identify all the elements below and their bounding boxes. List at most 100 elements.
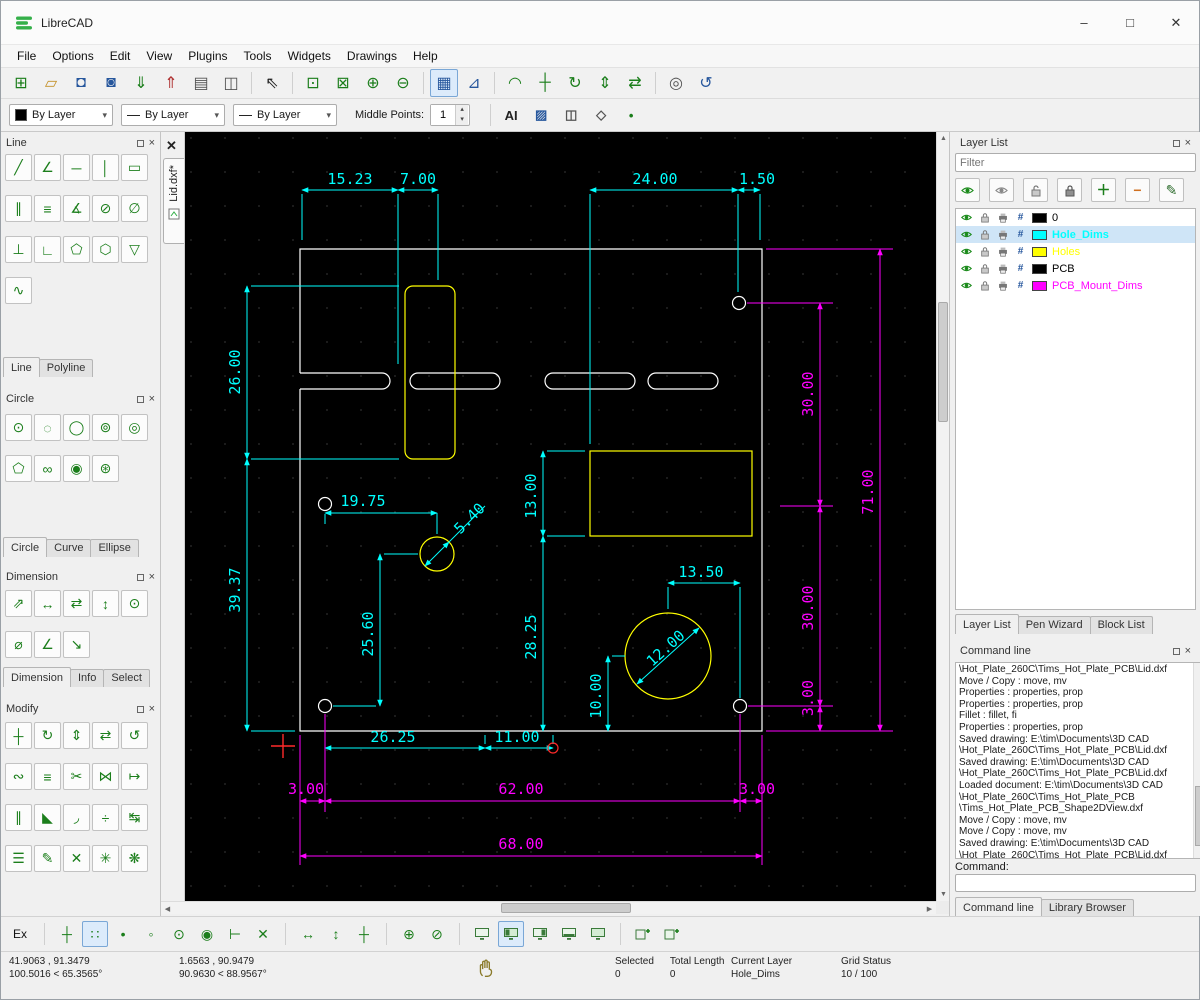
scroll-left-icon[interactable]: ◀	[161, 902, 174, 915]
layer-visible-icon[interactable]	[960, 245, 973, 258]
tool-modify-offset[interactable]: ∥	[5, 804, 32, 831]
restrict-horizontal-button[interactable]: ↔	[295, 921, 321, 947]
zoom-out-button[interactable]: ⊖	[389, 69, 417, 97]
export-image-button[interactable]: ⇓	[127, 69, 155, 97]
layer-lock-icon[interactable]	[978, 228, 991, 241]
tool-modify-explode[interactable]: ❋	[121, 845, 148, 872]
snap-endpoint-button[interactable]: •	[110, 921, 136, 947]
print-preview-button[interactable]: ◫	[217, 69, 245, 97]
toggle-left-dock-button[interactable]	[498, 921, 524, 947]
layer-print-icon[interactable]	[996, 279, 1009, 292]
tool-modify-move-copy[interactable]: ┼	[5, 722, 32, 749]
toggle-statusbar-button[interactable]	[556, 921, 582, 947]
tool-modify-stretch[interactable]: ↹	[121, 804, 148, 831]
vertical-scrollbar-thumb[interactable]	[938, 302, 948, 422]
tab-pen-wizard[interactable]: Pen Wizard	[1018, 616, 1091, 634]
tool-modify-rotate[interactable]: ↻	[34, 722, 61, 749]
layer-print-icon[interactable]	[996, 211, 1009, 224]
layer-construction-icon[interactable]: #	[1014, 279, 1027, 292]
tool-modify-trim[interactable]: ✂	[63, 763, 90, 790]
pen-width-select[interactable]: — By Layer ▾	[121, 104, 225, 126]
layer-construction-icon[interactable]: #	[1014, 211, 1027, 224]
layer-print-icon[interactable]	[996, 245, 1009, 258]
layer-filter-input[interactable]	[955, 153, 1196, 172]
new-document-button[interactable]: ⊞	[7, 69, 35, 97]
line-dock-close-icon[interactable]: ×	[149, 139, 155, 147]
layer-construction-icon[interactable]: #	[1014, 245, 1027, 258]
tool-line-horizontal[interactable]: ─	[63, 154, 90, 181]
round-corner-button[interactable]: ◠	[501, 69, 529, 97]
new-drawing-tab-button[interactable]	[630, 921, 656, 947]
layer-lock-icon[interactable]	[978, 245, 991, 258]
tab-block-list[interactable]: Block List	[1090, 616, 1153, 634]
tool-modify-divide[interactable]: ÷	[92, 804, 119, 831]
close-document-icon[interactable]: ✕	[166, 138, 177, 154]
mtext-button[interactable]: AI	[497, 101, 525, 129]
tool-dim-leader[interactable]: ↘	[63, 631, 90, 658]
tool-dim-vertical[interactable]: ↕	[92, 590, 119, 617]
tool-modify-align[interactable]: ≡	[34, 763, 61, 790]
layer-lock-icon[interactable]	[978, 211, 991, 224]
unlock-all-layers-button[interactable]	[1023, 178, 1048, 202]
edit-layer-button[interactable]: ✎	[1159, 178, 1184, 202]
show-all-layers-button[interactable]	[955, 178, 980, 202]
tool-line-vertical[interactable]: │	[92, 154, 119, 181]
layer-row-hole-dims[interactable]: # Hole_Dims	[956, 226, 1195, 243]
lock-all-layers-button[interactable]	[1057, 178, 1082, 202]
tool-dim-angular[interactable]: ∠	[34, 631, 61, 658]
tool-polygon-center-corner[interactable]: ⬠	[63, 236, 90, 263]
minimize-button[interactable]: –	[1061, 1, 1107, 44]
open-document-button[interactable]: ▱	[37, 69, 65, 97]
toggle-fullscreen-button[interactable]	[585, 921, 611, 947]
tool-modify-attributes[interactable]: ✎	[34, 845, 61, 872]
tool-modify-delete[interactable]: ✕	[63, 845, 90, 872]
command-history-thumb[interactable]	[1195, 786, 1200, 846]
tool-dim-diametric[interactable]: ⌀	[5, 631, 32, 658]
scale-button[interactable]: ⇕	[591, 69, 619, 97]
tab-curve[interactable]: Curve	[46, 539, 91, 557]
drawing-canvas[interactable]: 15.23 7.00 24.00 1.50 26.00 39.37 19.75 …	[185, 132, 936, 901]
lock-relative-zero-button[interactable]: ⊘	[424, 921, 450, 947]
tool-dim-horizontal[interactable]: ⇄	[63, 590, 90, 617]
scroll-right-icon[interactable]: ▶	[923, 902, 936, 915]
menu-options[interactable]: Options	[44, 46, 101, 66]
select-entity-button[interactable]: ⇖	[258, 69, 286, 97]
tool-modify-properties[interactable]: ☰	[5, 845, 32, 872]
tool-dim-radial[interactable]: ⊙	[121, 590, 148, 617]
layer-row-pcb-mount-dims[interactable]: # PCB_Mount_Dims	[956, 277, 1195, 294]
tool-rectangle[interactable]: ▭	[121, 154, 148, 181]
tab-info[interactable]: Info	[70, 669, 104, 687]
tool-line-tangent-point-circle[interactable]: ⊘	[92, 195, 119, 222]
tool-modify-scale[interactable]: ⇕	[63, 722, 90, 749]
exclusive-snap-toggle[interactable]: Ex	[13, 927, 27, 941]
tab-dimension[interactable]: Dimension	[3, 667, 71, 687]
zoom-auto-button[interactable]: ⊠	[329, 69, 357, 97]
layer-lock-icon[interactable]	[978, 262, 991, 275]
set-relative-zero-button[interactable]: ⊕	[396, 921, 422, 947]
snap-on-entity-button[interactable]: ◦	[138, 921, 164, 947]
tool-modify-fillet[interactable]: ◞	[63, 804, 90, 831]
spinner-down-icon[interactable]: ▾	[456, 115, 468, 125]
command-input[interactable]	[955, 874, 1196, 892]
close-button[interactable]: ✕	[1153, 1, 1199, 44]
spinner-up-icon[interactable]: ▴	[456, 105, 468, 115]
menu-view[interactable]: View	[138, 46, 180, 66]
layer-visible-icon[interactable]	[960, 262, 973, 275]
zoom-in-button[interactable]: ⊕	[359, 69, 387, 97]
menu-widgets[interactable]: Widgets	[280, 46, 339, 66]
snap-middle-button[interactable]: ◉	[194, 921, 220, 947]
grid-toggle-button[interactable]: ▦	[430, 69, 458, 97]
insert-block-button[interactable]: ◇	[587, 101, 615, 129]
tool-line-two-points[interactable]: ╱	[5, 154, 32, 181]
layer-list-float-icon[interactable]	[1173, 140, 1180, 147]
line-dock-float-icon[interactable]	[137, 140, 144, 147]
tab-library-browser[interactable]: Library Browser	[1041, 899, 1134, 917]
layer-row-0[interactable]: # 0	[956, 209, 1195, 226]
tool-circle-tangent-two[interactable]: ◉	[63, 455, 90, 482]
tab-polyline[interactable]: Polyline	[39, 359, 94, 377]
redraw-button[interactable]: ↺	[692, 69, 720, 97]
restrict-vertical-button[interactable]: ↕	[323, 921, 349, 947]
layer-print-icon[interactable]	[996, 262, 1009, 275]
new-drawing-window-button[interactable]	[659, 921, 685, 947]
tool-modify-lengthen[interactable]: ↦	[121, 763, 148, 790]
